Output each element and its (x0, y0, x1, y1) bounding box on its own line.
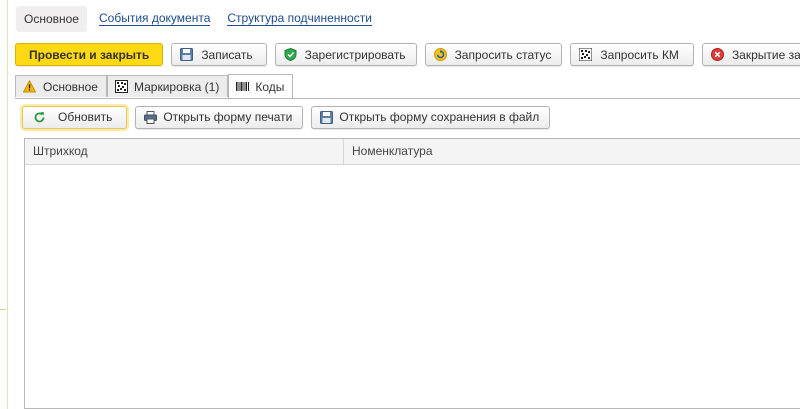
shield-icon (284, 47, 297, 62)
save-label: Записать (201, 47, 253, 62)
post-and-close-label: Провести и закрыть (29, 47, 150, 62)
refresh-status-icon (433, 48, 447, 61)
close-circle-icon (710, 48, 724, 61)
request-status-label: Запросить статус (454, 47, 552, 62)
save-button[interactable]: Записать (171, 43, 267, 66)
column-header-nomenclature[interactable]: Номенклатура (344, 139, 800, 164)
tab-divider (15, 98, 800, 99)
tab-marking[interactable]: Маркировка (1) (106, 75, 229, 97)
datamatrix-icon (114, 80, 128, 93)
form-tabs: Основное Маркировка (1) Коды (15, 74, 294, 98)
datamatrix-icon (578, 47, 593, 62)
post-and-close-button[interactable]: Провести и закрыть (15, 43, 164, 66)
codes-toolbar: Обновить Открыть форму печати Открыть фо… (22, 104, 558, 130)
form-navigation: Основное События документа Структура под… (16, 6, 372, 32)
barcode-icon (236, 80, 250, 93)
column-header-barcode[interactable]: Штрихкод (25, 139, 344, 164)
nav-subordination-structure[interactable]: Структура подчиненности (227, 12, 372, 26)
open-save-form-button[interactable]: Открыть форму сохранения в файл (311, 105, 551, 129)
request-km-label: Запросить КМ (600, 47, 679, 62)
close-order-button[interactable]: Закрытие заказа (701, 43, 800, 66)
floppy-icon (180, 48, 194, 61)
request-status-button[interactable]: Запросить статус (424, 43, 563, 66)
open-print-form-button[interactable]: Открыть форму печати (135, 105, 304, 129)
request-km-button[interactable]: Запросить КМ (570, 43, 694, 66)
refresh-label: Обновить (58, 110, 113, 124)
table-header: Штрихкод Номенклатура (25, 139, 800, 165)
close-order-label: Закрытие заказа (731, 47, 800, 62)
printer-icon (144, 110, 158, 124)
tab-codes-label: Коды (255, 79, 285, 94)
refresh-icon (33, 111, 46, 124)
tab-main-label: Основное (43, 79, 98, 94)
tab-main[interactable]: Основное (15, 75, 107, 97)
register-button[interactable]: Зарегистрировать (274, 43, 417, 66)
open-save-form-label: Открыть форму сохранения в файл (339, 110, 540, 124)
floppy-icon (320, 110, 334, 124)
warning-icon (22, 79, 37, 93)
nav-main[interactable]: Основное (16, 6, 87, 32)
codes-table[interactable]: Штрихкод Номенклатура (24, 138, 800, 409)
nav-document-events[interactable]: События документа (98, 12, 211, 26)
open-print-form-label: Открыть форму печати (163, 110, 293, 124)
command-bar: Провести и закрыть Записать Зарегистриро… (15, 43, 800, 66)
tab-marking-label: Маркировка (1) (133, 79, 220, 94)
left-border (0, 0, 8, 409)
left-border-mark (0, 309, 6, 310)
tab-codes[interactable]: Коды (228, 74, 294, 98)
register-label: Зарегистрировать (304, 47, 406, 62)
refresh-button[interactable]: Обновить (22, 105, 128, 129)
